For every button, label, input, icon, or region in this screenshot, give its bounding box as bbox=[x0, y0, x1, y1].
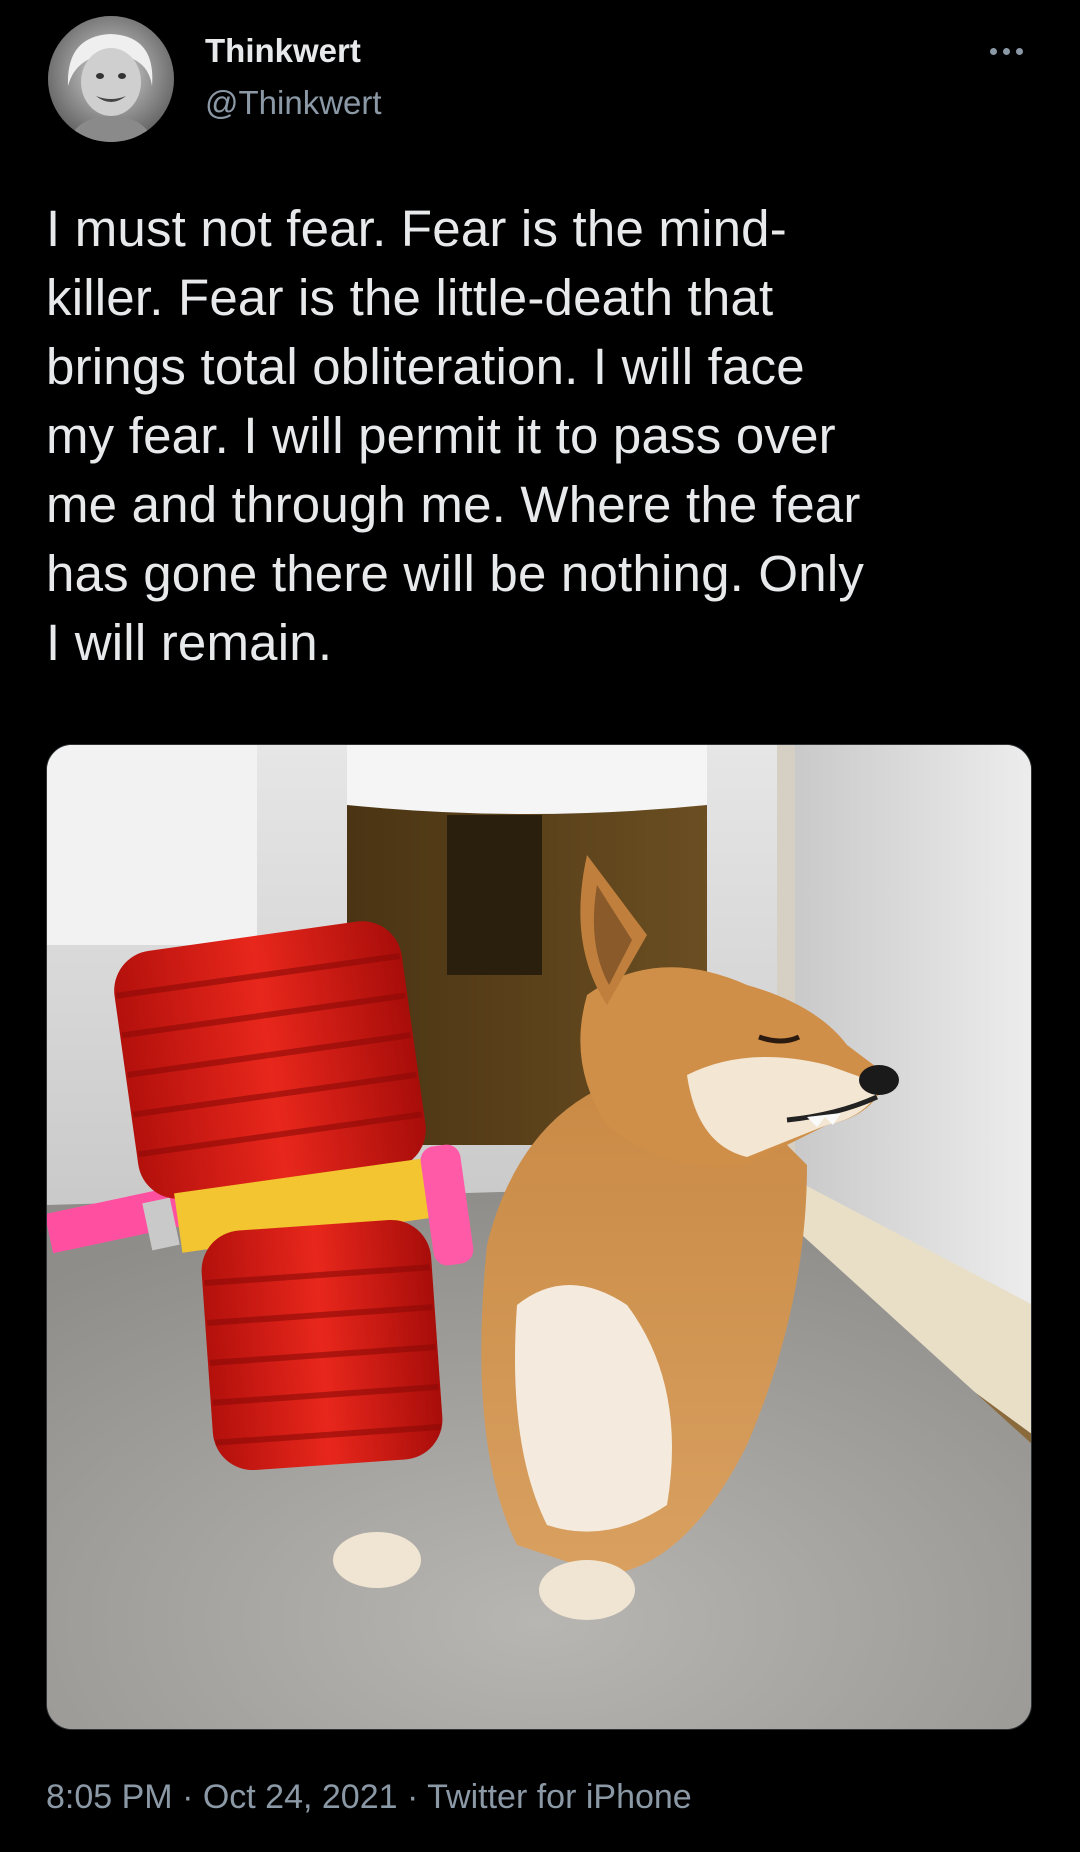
tweet-date[interactable]: Oct 24, 2021 bbox=[203, 1778, 398, 1816]
tweet-metadata: 8:05 PM · Oct 24, 2021 · Twitter for iPh… bbox=[46, 1778, 692, 1817]
tweet-text: I must not fear. Fear is the mind- kille… bbox=[46, 200, 865, 671]
author-handle[interactable]: @Thinkwert bbox=[205, 84, 382, 122]
avatar-image bbox=[48, 16, 174, 142]
tweet-header: Thinkwert @Thinkwert bbox=[0, 0, 1080, 160]
tweet-photo[interactable] bbox=[46, 744, 1032, 1730]
tweet-time[interactable]: 8:05 PM bbox=[46, 1778, 173, 1816]
more-horizontal-icon[interactable] bbox=[976, 34, 1036, 68]
author-display-name[interactable]: Thinkwert bbox=[205, 32, 361, 70]
avatar[interactable] bbox=[48, 16, 174, 142]
shiba-dog-with-toy-hammer-image bbox=[47, 745, 1031, 1729]
meta-separator: · bbox=[397, 1778, 428, 1816]
meta-separator: · bbox=[172, 1778, 203, 1816]
menu-dot bbox=[1015, 47, 1023, 55]
menu-dot bbox=[989, 47, 997, 55]
tweet-source[interactable]: Twitter for iPhone bbox=[427, 1778, 692, 1816]
menu-dot bbox=[1002, 47, 1010, 55]
